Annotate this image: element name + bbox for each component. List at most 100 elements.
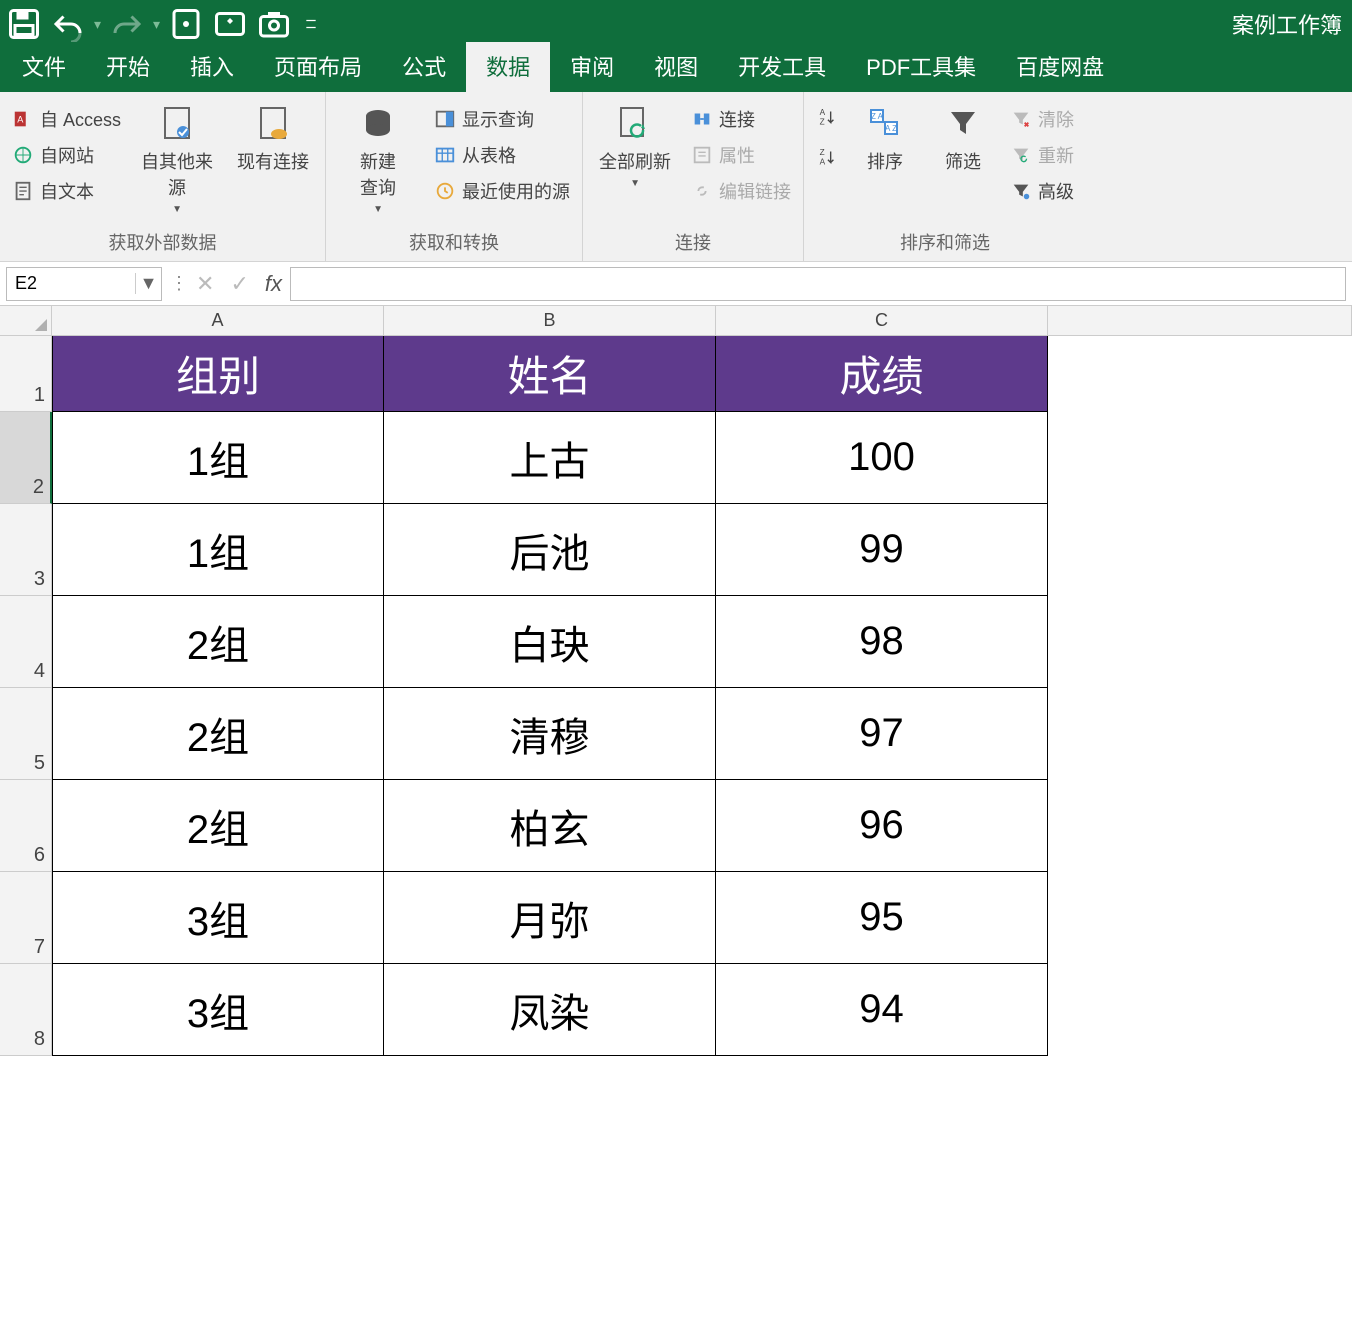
workbook-title: 案例工作簿 <box>1232 8 1346 40</box>
cell[interactable]: 2组 <box>52 596 384 688</box>
cell[interactable]: 2组 <box>52 688 384 780</box>
row-header-4[interactable]: 4 <box>0 596 52 688</box>
check-icon: ✓ <box>230 271 248 297</box>
header-cell-score[interactable]: 成绩 <box>716 336 1048 412</box>
save-icon[interactable] <box>6 6 42 42</box>
cancel-button[interactable]: ✕ <box>196 271 214 297</box>
qat-separator-2: ▾ <box>153 16 160 33</box>
row-header-8[interactable]: 8 <box>0 964 52 1056</box>
tab-page-layout[interactable]: 页面布局 <box>254 42 382 92</box>
cell[interactable]: 凤染 <box>384 964 716 1056</box>
new-query-button[interactable]: 新建 查询 ▼ <box>334 100 422 219</box>
row-headers: 1 2 3 4 5 6 7 8 <box>0 336 52 1056</box>
show-queries-button[interactable]: 显示查询 <box>430 104 574 134</box>
undo-icon[interactable] <box>50 6 86 42</box>
cell[interactable]: 99 <box>716 504 1048 596</box>
tab-view[interactable]: 视图 <box>634 42 718 92</box>
enter-button[interactable]: ✓ <box>230 271 248 297</box>
tab-data[interactable]: 数据 <box>466 42 550 92</box>
cell[interactable]: 3组 <box>52 872 384 964</box>
touch-mode-icon[interactable] <box>168 6 204 42</box>
sort-asc-button[interactable]: AZ <box>812 104 842 130</box>
group-caption: 连接 <box>675 227 711 259</box>
cell[interactable]: 上古 <box>384 412 716 504</box>
row-header-7[interactable]: 7 <box>0 872 52 964</box>
header-cell-name[interactable]: 姓名 <box>384 336 716 412</box>
advanced-label: 高级 <box>1038 178 1074 204</box>
from-access-button[interactable]: A 自 Access <box>8 104 125 134</box>
from-table-button[interactable]: 从表格 <box>430 140 574 170</box>
cell[interactable]: 柏玄 <box>384 780 716 872</box>
other-sources-icon <box>157 104 197 144</box>
column-header-rest[interactable] <box>1048 306 1352 336</box>
properties-icon <box>691 144 713 166</box>
group-get-transform: 新建 查询 ▼ 显示查询 从表格 最近使用的源 获取和转换 <box>326 92 583 261</box>
column-header-a[interactable]: A <box>52 306 384 336</box>
cell[interactable]: 白玦 <box>384 596 716 688</box>
formula-bar: ▼ ⋮ ✕ ✓ fx <box>0 262 1352 306</box>
advanced-filter-button[interactable]: 高级 <box>1006 176 1078 206</box>
cell[interactable]: 1组 <box>52 412 384 504</box>
cell[interactable]: 94 <box>716 964 1048 1056</box>
cell[interactable]: 96 <box>716 780 1048 872</box>
cell[interactable]: 98 <box>716 596 1048 688</box>
table-row: 2组 柏玄 96 <box>52 780 1048 872</box>
existing-connections-icon <box>253 104 293 144</box>
name-box-dropdown-icon[interactable]: ▼ <box>135 273 161 294</box>
addin-icon[interactable] <box>212 6 248 42</box>
tab-developer[interactable]: 开发工具 <box>718 42 846 92</box>
connections-label: 连接 <box>719 106 755 132</box>
row-header-2[interactable]: 2 <box>0 412 52 504</box>
worksheet-grid[interactable]: A B C 1 2 3 4 5 6 7 8 组别 姓名 成绩 1组 上古 <box>0 306 1352 1322</box>
sort-button[interactable]: Z AA Z 排序 <box>850 100 920 178</box>
sort-desc-icon: ZA <box>816 146 838 168</box>
svg-text:Z: Z <box>820 117 825 126</box>
connections-button[interactable]: 连接 <box>687 104 795 134</box>
cell[interactable]: 2组 <box>52 780 384 872</box>
filter-icon <box>943 104 983 144</box>
edit-links-button: 编辑链接 <box>687 176 795 206</box>
select-all-button[interactable] <box>0 306 52 336</box>
cell[interactable]: 100 <box>716 412 1048 504</box>
tab-baidu-netdisk[interactable]: 百度网盘 <box>996 42 1124 92</box>
cell[interactable]: 3组 <box>52 964 384 1056</box>
row-header-5[interactable]: 5 <box>0 688 52 780</box>
sort-desc-button[interactable]: ZA <box>812 144 842 170</box>
from-text-button[interactable]: 自文本 <box>8 176 125 206</box>
header-cell-group[interactable]: 组别 <box>52 336 384 412</box>
cell[interactable]: 后池 <box>384 504 716 596</box>
from-web-button[interactable]: 自网站 <box>8 140 125 170</box>
row-header-1[interactable]: 1 <box>0 336 52 412</box>
table-row: 3组 凤染 94 <box>52 964 1048 1056</box>
camera-icon[interactable] <box>256 6 292 42</box>
tab-review[interactable]: 审阅 <box>550 42 634 92</box>
recent-sources-button[interactable]: 最近使用的源 <box>430 176 574 206</box>
column-header-b[interactable]: B <box>384 306 716 336</box>
column-header-c[interactable]: C <box>716 306 1048 336</box>
from-other-sources-button[interactable]: 自其他来源 ▼ <box>133 100 221 219</box>
name-box[interactable]: ▼ <box>6 267 162 301</box>
filter-button[interactable]: 筛选 <box>928 100 998 178</box>
insert-function-button[interactable]: fx <box>265 271 282 297</box>
group-caption: 获取和转换 <box>409 227 499 259</box>
formula-input[interactable] <box>290 267 1346 301</box>
svg-text:A: A <box>820 108 826 117</box>
refresh-all-button[interactable]: 全部刷新 ▼ <box>591 100 679 193</box>
tab-pdf-tools[interactable]: PDF工具集 <box>846 42 996 92</box>
tab-file[interactable]: 文件 <box>2 42 86 92</box>
cell[interactable]: 97 <box>716 688 1048 780</box>
cell[interactable]: 1组 <box>52 504 384 596</box>
row-header-6[interactable]: 6 <box>0 780 52 872</box>
cell[interactable]: 95 <box>716 872 1048 964</box>
existing-connections-button[interactable]: 现有连接 <box>229 100 317 178</box>
refresh-all-label: 全部刷新 <box>599 148 671 174</box>
tab-insert[interactable]: 插入 <box>170 42 254 92</box>
customize-qat-icon[interactable] <box>300 6 322 42</box>
row-header-3[interactable]: 3 <box>0 504 52 596</box>
cell[interactable]: 清穆 <box>384 688 716 780</box>
name-box-input[interactable] <box>7 273 135 294</box>
tab-formulas[interactable]: 公式 <box>382 42 466 92</box>
tab-home[interactable]: 开始 <box>86 42 170 92</box>
cell[interactable]: 月弥 <box>384 872 716 964</box>
access-icon: A <box>12 108 34 130</box>
